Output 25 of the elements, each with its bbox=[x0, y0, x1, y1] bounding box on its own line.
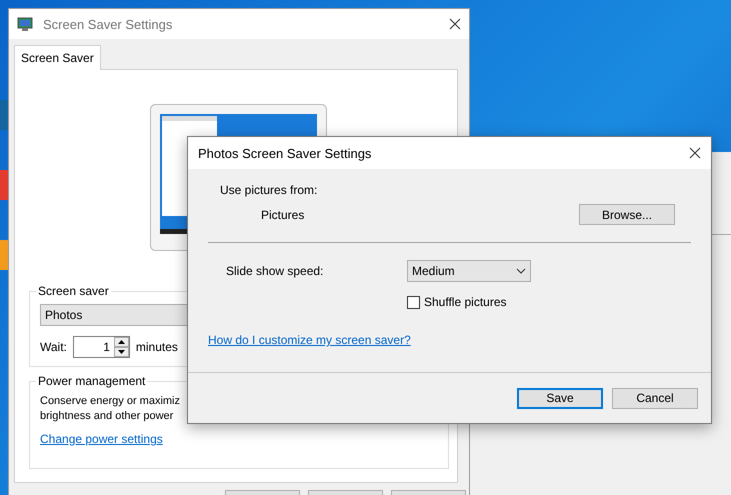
chevron-down-icon[interactable] bbox=[516, 268, 526, 274]
minutes-label: minutes bbox=[136, 340, 178, 354]
group-label: Power management bbox=[36, 374, 148, 388]
wait-spinner[interactable]: 1 bbox=[72, 336, 130, 358]
dialog-button[interactable]: Save bbox=[517, 388, 603, 408]
shuffle-label: Shuffle pictures bbox=[424, 295, 506, 309]
spin-arrows-icon[interactable] bbox=[114, 337, 129, 357]
dialog-button[interactable]: Cancel bbox=[612, 388, 698, 408]
window-title: Screen Saver Settings bbox=[43, 16, 174, 32]
browse-button[interactable]: Browse... bbox=[579, 204, 675, 225]
source-folder: Pictures bbox=[261, 208, 304, 222]
close-icon[interactable] bbox=[449, 18, 461, 30]
speed-dropdown[interactable]: Medium bbox=[407, 260, 531, 282]
wait-label: Wait: bbox=[40, 340, 67, 354]
tab[interactable]: Screen Saver bbox=[14, 45, 101, 70]
help-link[interactable]: How do I customize my screen saver? bbox=[208, 333, 411, 347]
group-label: Screen saver bbox=[36, 284, 111, 298]
monitor-icon bbox=[17, 16, 33, 32]
speed-label: Slide show speed: bbox=[226, 264, 324, 278]
dialog-title: Photos Screen Saver Settings bbox=[198, 146, 372, 160]
source-label: Use pictures from: bbox=[220, 183, 318, 197]
close-icon[interactable] bbox=[689, 147, 701, 159]
shuffle-checkbox[interactable] bbox=[407, 296, 420, 308]
power-description: Conserve energy or maximiz brightness and other power bbox=[40, 394, 181, 424]
power-settings-link[interactable]: Change power settings bbox=[40, 432, 163, 446]
